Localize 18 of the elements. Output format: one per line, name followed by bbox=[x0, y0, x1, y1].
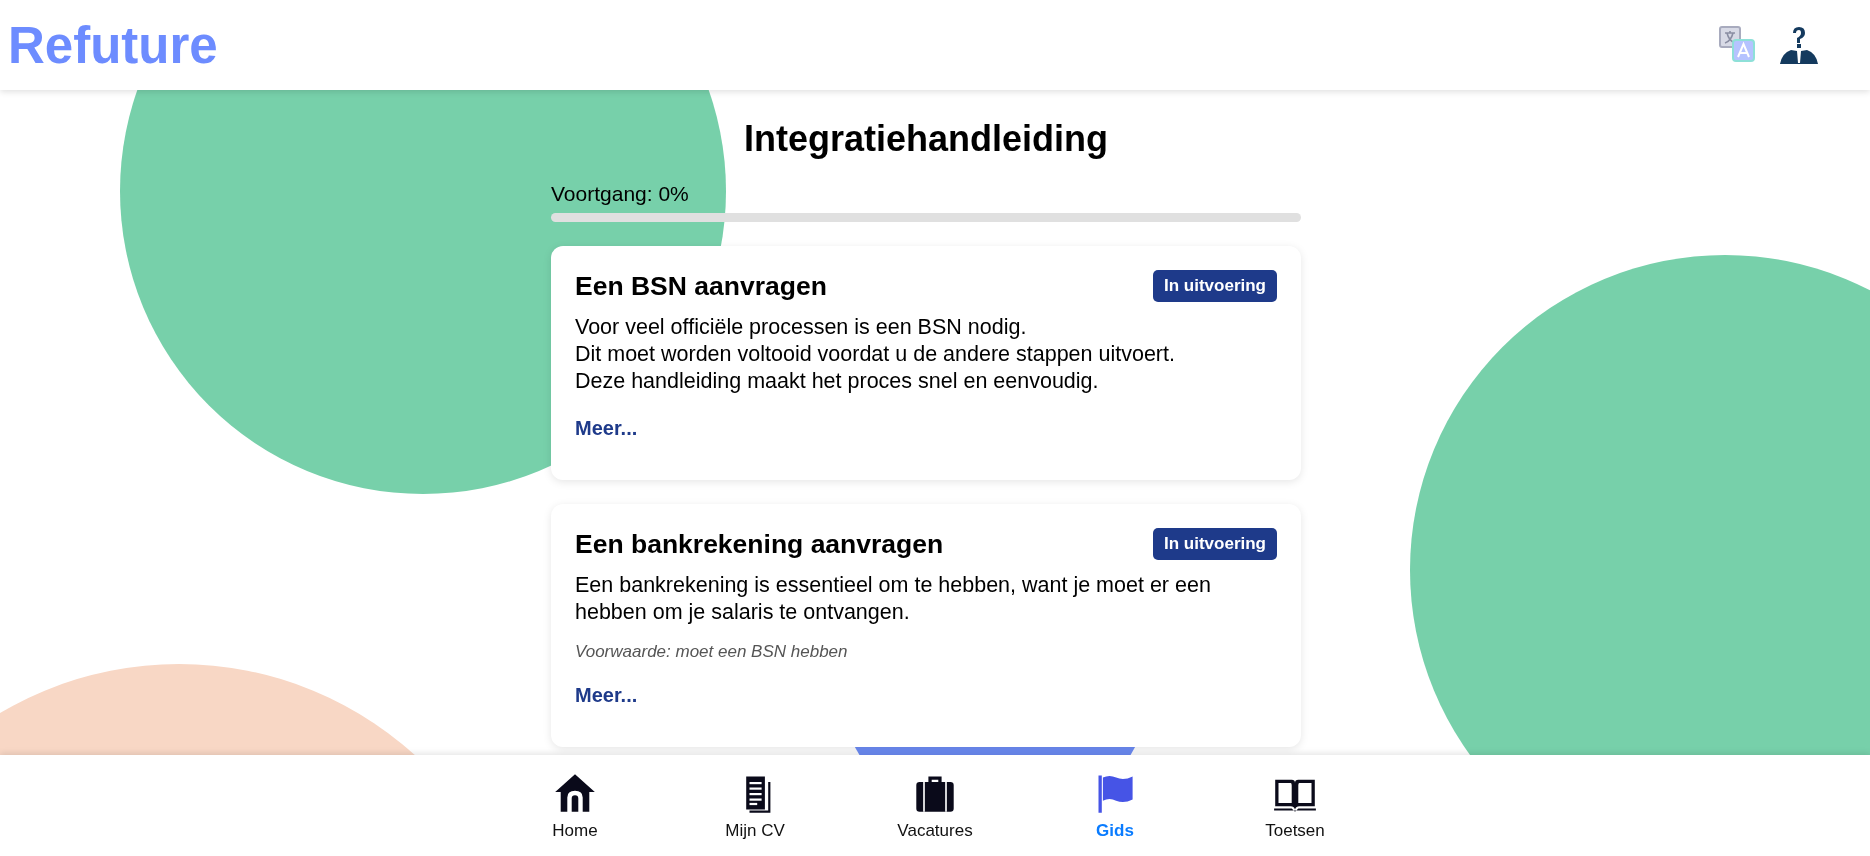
more-link[interactable]: Meer... bbox=[575, 684, 638, 707]
step-description: Voor veel officiële processen is een BSN nodig. Dit moet worden voltooid voordat u de andere stappen uitvoert. Deze handleiding maakt het proces snel en eenvoudig. bbox=[575, 314, 1176, 395]
status-badge: In uitvoering bbox=[1153, 270, 1277, 302]
nav-tab[interactable]: Vacatures bbox=[845, 755, 1025, 856]
step-title: Een bankrekening aanvragen bbox=[575, 528, 944, 560]
help-person-icon[interactable] bbox=[1778, 24, 1820, 66]
page-title: Integratiehandleiding bbox=[743, 118, 1109, 160]
nav-tab[interactable]: Gids bbox=[1025, 755, 1205, 856]
more-link[interactable]: Meer... bbox=[575, 417, 638, 440]
nav-tab[interactable]: Mijn CV bbox=[665, 755, 845, 856]
nav-tab[interactable]: Home bbox=[485, 755, 665, 856]
step-title: Een BSN aanvragen bbox=[575, 270, 827, 302]
prerequisite-note: Voorwaarde: moet een BSN hebben bbox=[575, 642, 849, 662]
nav-tab[interactable]: Toetsen bbox=[1205, 755, 1385, 856]
status-badge: In uitvoering bbox=[1153, 528, 1277, 560]
translate-icon[interactable] bbox=[1718, 25, 1758, 65]
step-description: Een bankrekening is essentieel om te hebben, want je moet er een hebben om je salaris te ontvangen. bbox=[575, 572, 1212, 626]
progress-label: Voortgang: 0% bbox=[551, 182, 690, 206]
